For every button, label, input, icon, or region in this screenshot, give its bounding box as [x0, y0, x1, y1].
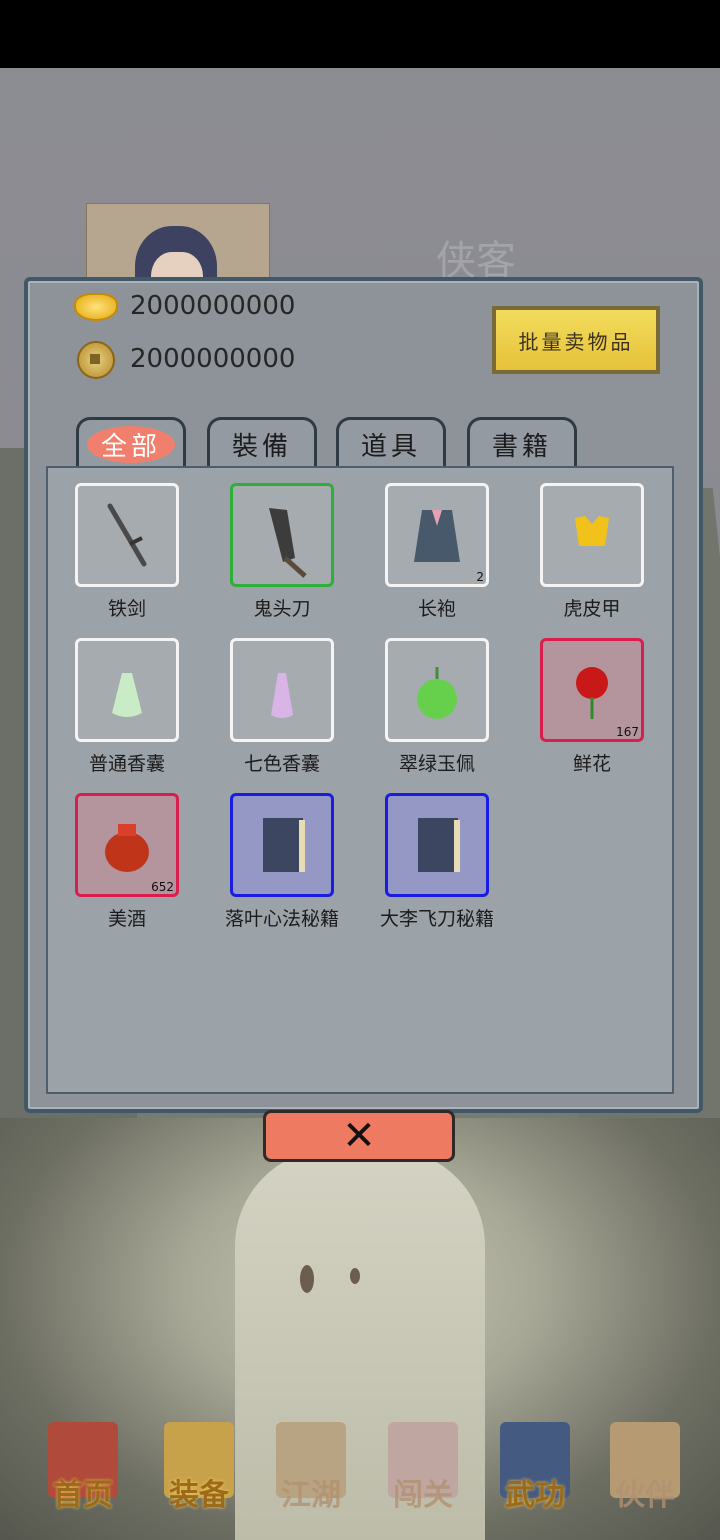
copper-coin-icon	[74, 338, 118, 382]
ghost-head-sabre-icon	[269, 508, 307, 578]
nav-label: 江湖	[281, 1478, 341, 1513]
item-slot-iron-sword[interactable]	[75, 483, 179, 587]
nav-challenge[interactable]: 闯关	[368, 1418, 478, 1528]
item-count: 652	[151, 880, 174, 894]
tab-label: 書籍	[491, 432, 552, 462]
item-label: 虎皮甲	[563, 598, 621, 620]
nav-jianghu[interactable]: 江湖	[256, 1418, 366, 1528]
item-slot-ghost-head-sabre[interactable]	[230, 483, 334, 587]
nav-martial-arts[interactable]: 武功	[480, 1418, 590, 1528]
manual-book-icon	[418, 818, 460, 872]
gold-ingot-balance: 2000000000	[74, 285, 334, 329]
jade-pendant-icon	[417, 667, 457, 719]
status-bar	[0, 0, 720, 68]
item-label: 鬼头刀	[253, 598, 311, 620]
item-label: 翠绿玉佩	[398, 753, 475, 775]
item-slot-wine-jar[interactable]: 652	[75, 793, 179, 897]
item-label: 七色香囊	[243, 753, 320, 775]
item-slot-rainbow-sachet[interactable]	[230, 638, 334, 742]
bottom-nav: 首页 装备 江湖 闯关 武功 伙伴	[0, 1410, 720, 1540]
nav-home[interactable]: 首页	[28, 1418, 138, 1528]
tree-knot	[350, 1268, 360, 1284]
nav-label: 伙伴	[615, 1478, 675, 1513]
close-button[interactable]: ✕	[263, 1110, 455, 1162]
nav-companions[interactable]: 伙伴	[590, 1418, 700, 1528]
gold-amount: 2000000000	[130, 291, 296, 321]
tab-all[interactable]: 全部	[76, 417, 186, 469]
item-slot-robe[interactable]: 2	[385, 483, 489, 587]
item-label: 普通香囊	[88, 753, 165, 775]
bulk-sell-button[interactable]: 批量卖物品	[492, 306, 660, 374]
coin-amount: 2000000000	[130, 344, 296, 374]
coin-balance: 2000000000	[74, 338, 334, 382]
item-slot-fallen-leaf-manual[interactable]	[230, 793, 334, 897]
rainbow-sachet-icon	[271, 673, 293, 718]
item-count: 167	[616, 725, 639, 739]
tab-label: 道具	[360, 432, 421, 462]
nav-label: 闯关	[393, 1478, 453, 1513]
item-slot-jade-pendant[interactable]	[385, 638, 489, 742]
nav-label: 装备	[169, 1478, 229, 1513]
tree-knot	[300, 1265, 314, 1293]
nav-equipment[interactable]: 装备	[144, 1418, 254, 1528]
item-count: 2	[476, 570, 484, 584]
nav-label: 首页	[53, 1478, 113, 1513]
iron-sword-icon	[107, 503, 147, 567]
item-label: 美酒	[107, 908, 146, 930]
item-label: 大李飞刀秘籍	[379, 908, 494, 930]
tab-label: 全部	[86, 426, 175, 463]
robe-icon	[414, 510, 460, 562]
nav-label: 武功	[505, 1478, 565, 1513]
tab-books[interactable]: 書籍	[467, 417, 577, 469]
item-label: 鲜花	[572, 753, 611, 775]
tab-items[interactable]: 道具	[336, 417, 446, 469]
item-slot-sachet[interactable]	[75, 638, 179, 742]
item-slot-rose[interactable]: 167	[540, 638, 644, 742]
tab-equipment[interactable]: 裝備	[207, 417, 317, 469]
item-label: 落叶心法秘籍	[224, 908, 339, 930]
item-label: 铁剑	[107, 598, 146, 620]
item-slot-tiger-armor[interactable]	[540, 483, 644, 587]
item-slot-flying-dagger-manual[interactable]	[385, 793, 489, 897]
item-label: 长袍	[417, 598, 456, 620]
tiger-armor-icon	[575, 516, 609, 546]
manual-book-icon	[263, 818, 305, 872]
sachet-icon	[112, 673, 142, 717]
tab-label: 裝備	[231, 432, 292, 462]
gold-ingot-icon	[74, 285, 118, 329]
